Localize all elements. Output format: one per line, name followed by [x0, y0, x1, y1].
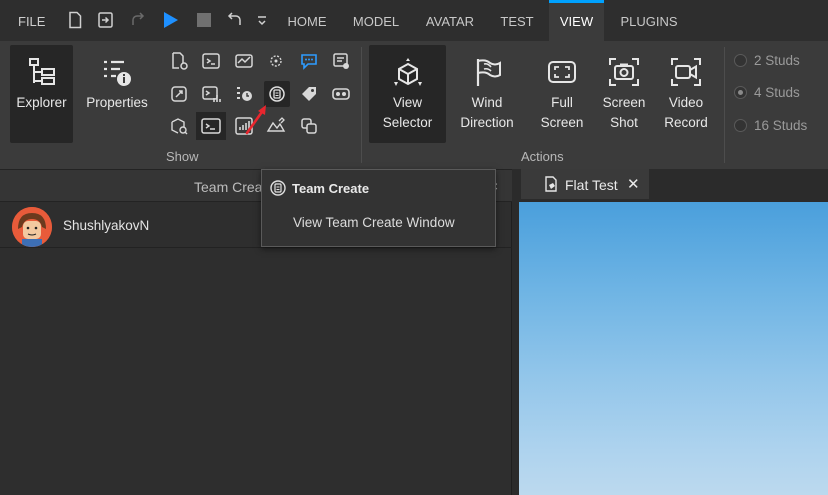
- tooltip-description: View Team Create Window: [293, 215, 455, 230]
- game-viewport[interactable]: [519, 202, 828, 495]
- wind-direction-button[interactable]: Wind Direction: [453, 45, 521, 143]
- ribbon-divider: [724, 47, 725, 163]
- studs-option-16[interactable]: 16 Studs: [734, 118, 807, 133]
- tooltip: Team Create View Team Create Window: [261, 169, 496, 247]
- collaborators-icon[interactable]: [299, 116, 319, 136]
- tag-editor-icon[interactable]: [266, 51, 286, 71]
- play-icon[interactable]: [161, 11, 179, 29]
- full-screen-label-2: Screen: [540, 115, 584, 130]
- terminal-button[interactable]: [196, 112, 226, 140]
- studs-option-4[interactable]: 4 Studs: [734, 85, 800, 100]
- open-file-icon[interactable]: [97, 11, 115, 29]
- avatar: [12, 207, 52, 247]
- redo-icon[interactable]: [129, 11, 147, 29]
- full-screen-icon: [548, 61, 576, 83]
- chat-icon[interactable]: [299, 51, 319, 71]
- wind-direction-label-2: Direction: [460, 115, 514, 130]
- annotation-arrow-icon: [245, 105, 266, 135]
- screen-shot-label-2: Shot: [610, 115, 638, 130]
- studs-option-label: 4 Studs: [754, 85, 800, 100]
- properties-icon: [104, 60, 131, 86]
- view-selector-label-2: Selector: [382, 115, 433, 130]
- find-results-icon[interactable]: [169, 116, 189, 136]
- dropdown-icon[interactable]: [253, 11, 271, 29]
- camera-icon: [609, 58, 639, 86]
- script-analysis-icon[interactable]: [201, 84, 221, 104]
- actions-group-label: Actions: [521, 149, 564, 164]
- tab-test[interactable]: TEST: [492, 0, 542, 41]
- full-screen-label-1: Full: [551, 95, 573, 110]
- close-icon[interactable]: ✕: [627, 175, 640, 193]
- command-bar-icon[interactable]: [201, 51, 221, 71]
- explorer-label: Explorer: [16, 95, 67, 110]
- tab-plugins[interactable]: PLUGINS: [612, 0, 686, 41]
- tooltip-title: Team Create: [292, 181, 370, 196]
- avatar-icon: [12, 207, 52, 247]
- view-selector-button[interactable]: View Selector: [369, 45, 446, 143]
- wind-flag-icon: [476, 59, 501, 86]
- new-file-icon[interactable]: [66, 11, 84, 29]
- vr-headset-icon[interactable]: [331, 84, 351, 104]
- explorer-button[interactable]: Explorer: [10, 45, 73, 143]
- user-name: ShushlyakovN: [63, 218, 150, 233]
- ribbon: Explorer Properties Show View Selector W…: [0, 41, 828, 169]
- studs-option-label: 2 Studs: [754, 53, 800, 68]
- stop-icon[interactable]: [195, 11, 213, 29]
- view-selector-icon: [393, 58, 422, 86]
- show-group-label: Show: [166, 149, 199, 164]
- toolbox-icon[interactable]: [169, 84, 189, 104]
- full-screen-button[interactable]: Full Screen: [534, 45, 590, 143]
- asset-manager-icon[interactable]: [169, 51, 189, 71]
- explorer-icon: [28, 58, 55, 85]
- properties-label: Properties: [86, 95, 148, 110]
- radio-button-selected[interactable]: [734, 86, 747, 99]
- wind-direction-label-1: Wind: [471, 95, 503, 110]
- panel-title: Team Crea: [194, 179, 263, 195]
- undo-icon[interactable]: [226, 11, 244, 29]
- tab-flat-test[interactable]: Flat Test ✕: [521, 169, 649, 199]
- properties-button[interactable]: Properties: [80, 45, 154, 143]
- tab-view[interactable]: VIEW: [549, 0, 604, 41]
- studs-option-label: 16 Studs: [754, 118, 808, 133]
- studs-option-2[interactable]: 2 Studs: [734, 53, 800, 68]
- view-selector-label-1: View: [392, 95, 423, 110]
- video-record-label-2: Record: [664, 115, 708, 130]
- team-create-icon: [270, 180, 286, 196]
- radio-button[interactable]: [734, 119, 747, 132]
- video-record-button[interactable]: Video Record: [658, 45, 714, 143]
- screen-shot-label-1: Screen: [602, 95, 646, 110]
- radio-button[interactable]: [734, 54, 747, 67]
- terminal-icon: [201, 118, 221, 134]
- menu-bar: FILE HOME MODEL AVATAR TEST VIEW PLUGINS: [0, 0, 828, 41]
- screen-shot-button[interactable]: Screen Shot: [596, 45, 652, 143]
- video-camera-icon: [671, 58, 701, 86]
- tab-model[interactable]: MODEL: [344, 0, 408, 41]
- output-icon[interactable]: [331, 51, 351, 71]
- tag-icon[interactable]: [299, 84, 319, 104]
- tab-avatar[interactable]: AVATAR: [416, 0, 484, 41]
- file-menu[interactable]: FILE: [18, 14, 45, 29]
- performance-icon[interactable]: [234, 51, 254, 71]
- tab-home[interactable]: HOME: [278, 0, 336, 41]
- place-file-icon: [545, 176, 557, 192]
- tab-label: Flat Test: [565, 177, 618, 193]
- ribbon-divider: [361, 47, 362, 163]
- video-record-label-1: Video: [668, 95, 704, 110]
- flat-test-panel: Flat Test ✕: [512, 169, 828, 495]
- task-scheduler-icon[interactable]: [234, 84, 254, 104]
